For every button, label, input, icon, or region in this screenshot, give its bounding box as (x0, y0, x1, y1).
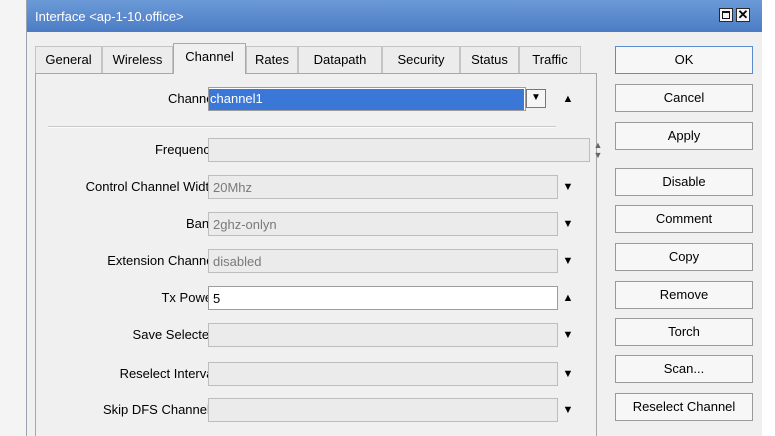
collapse-icon[interactable]: ▲ (558, 288, 578, 308)
background-left (0, 0, 26, 436)
band-field[interactable]: 2ghz-onlyn (208, 212, 558, 236)
torch-button[interactable]: Torch (615, 318, 753, 346)
tx-power-row: Tx Power: 5 ▲ (36, 286, 598, 310)
tab-wireless[interactable]: Wireless (102, 46, 173, 73)
control-channel-width-row: Control Channel Width: 20Mhz ▼ (36, 175, 598, 199)
extension-channel-field[interactable]: disabled (208, 249, 558, 273)
tab-security[interactable]: Security (382, 46, 460, 73)
extension-channel-label: Extension Channel: (107, 253, 220, 268)
divider (48, 126, 556, 128)
frequency-field[interactable] (208, 138, 590, 162)
tab-channel[interactable]: Channel (173, 43, 246, 74)
control-channel-width-field[interactable]: 20Mhz (208, 175, 558, 199)
scan-button[interactable]: Scan... (615, 355, 753, 383)
dropdown-icon[interactable]: ▼ (558, 214, 578, 234)
background-right (762, 0, 775, 436)
close-icon[interactable]: ✕ (736, 8, 750, 22)
ok-button[interactable]: OK (615, 46, 753, 74)
frequency-row: Frequency: ▲ ▼ (36, 138, 602, 162)
spinner-icon[interactable]: ▲ ▼ (588, 140, 608, 160)
dropdown-icon[interactable]: ▼ (558, 364, 578, 384)
channel-panel: Channel: channel1 ▼ ▲ Frequency: ▲ ▼ Cont… (35, 73, 602, 436)
reselect-channel-button[interactable]: Reselect Channel (615, 393, 753, 421)
reselect-interval-label: Reselect Interval: (119, 366, 220, 381)
skip-dfs-channels-label: Skip DFS Channels: (102, 402, 220, 417)
disable-button[interactable]: Disable (615, 168, 753, 196)
copy-button[interactable]: Copy (615, 243, 753, 271)
interface-dialog: Interface <ap-1-10.office> ✕ General Wir… (26, 0, 762, 436)
channel-dropdown-icon[interactable]: ▼ (526, 89, 546, 108)
save-selected-field[interactable] (208, 323, 558, 347)
dropdown-icon[interactable]: ▼ (558, 400, 578, 420)
save-selected-row: Save Selected: ▼ (36, 323, 598, 347)
tx-power-input[interactable]: 5 (208, 286, 558, 310)
window-title: Interface <ap-1-10.office> (35, 9, 184, 24)
channel-select[interactable]: channel1 (208, 87, 526, 111)
save-selected-label: Save Selected: (132, 327, 220, 342)
reselect-interval-field[interactable] (208, 362, 558, 386)
control-channel-width-label: Control Channel Width: (85, 179, 220, 194)
tab-status[interactable]: Status (460, 46, 519, 73)
tab-rates[interactable]: Rates (246, 46, 298, 73)
channel-row: Channel: channel1 ▼ ▲ (36, 87, 598, 111)
extension-channel-row: Extension Channel: disabled ▼ (36, 249, 598, 273)
dropdown-icon[interactable]: ▼ (558, 325, 578, 345)
dropdown-icon[interactable]: ▼ (558, 177, 578, 197)
tab-general[interactable]: General (35, 46, 102, 73)
band-row: Band: 2ghz-onlyn ▼ (36, 212, 598, 236)
channel-value: channel1 (209, 89, 524, 110)
tab-datapath[interactable]: Datapath (298, 46, 382, 73)
collapse-icon[interactable]: ▲ (558, 89, 578, 109)
reselect-interval-row: Reselect Interval: ▼ (36, 362, 598, 386)
comment-button[interactable]: Comment (615, 205, 753, 233)
skip-dfs-channels-field[interactable] (208, 398, 558, 422)
remove-button[interactable]: Remove (615, 281, 753, 309)
maximize-icon[interactable] (719, 8, 733, 22)
title-bar[interactable]: Interface <ap-1-10.office> ✕ (27, 0, 762, 32)
apply-button[interactable]: Apply (615, 122, 753, 150)
cancel-button[interactable]: Cancel (615, 84, 753, 112)
skip-dfs-channels-row: Skip DFS Channels: ▼ (36, 398, 598, 422)
tab-traffic[interactable]: Traffic (519, 46, 581, 73)
dropdown-icon[interactable]: ▼ (558, 251, 578, 271)
